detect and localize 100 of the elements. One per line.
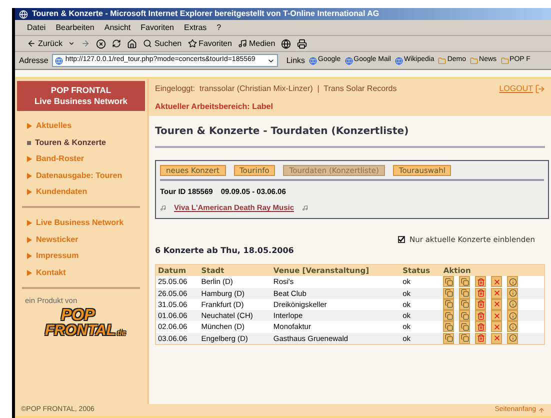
copy-icon[interactable] xyxy=(443,332,454,344)
glyph-icon xyxy=(476,300,485,308)
music-icon xyxy=(238,39,247,48)
glyph-icon xyxy=(476,289,485,298)
close-icon[interactable] xyxy=(491,321,502,332)
window-title: Touren & Konzerte - Microsoft Internet Explorer bereitgestellt von T-Online International AG xyxy=(32,8,380,20)
links-label: Links xyxy=(286,54,306,66)
info-icon[interactable] xyxy=(507,310,518,322)
page-icon xyxy=(55,56,64,64)
menu-item[interactable]: Favoriten xyxy=(140,22,174,34)
sidebar-link[interactable]: Touren & Konzerte xyxy=(27,136,135,148)
refresh-icon xyxy=(112,39,122,48)
glyph-icon xyxy=(508,300,517,308)
glyph-icon xyxy=(444,300,453,308)
menu-item[interactable]: Extras xyxy=(184,22,207,34)
delete-icon[interactable] xyxy=(475,332,486,344)
glyph-icon xyxy=(460,300,469,308)
copy-icon[interactable] xyxy=(459,310,470,322)
glyph-icon xyxy=(460,322,469,331)
folder-icon xyxy=(500,56,509,64)
glyph-icon xyxy=(476,278,485,286)
copy-icon[interactable] xyxy=(459,298,470,310)
delete-icon[interactable] xyxy=(475,276,486,288)
page-icon xyxy=(344,56,353,64)
glyph-icon xyxy=(508,334,517,342)
back-button[interactable]: Zurück xyxy=(27,38,62,50)
page-icon xyxy=(394,56,403,64)
copy-icon[interactable] xyxy=(443,276,454,288)
delete-icon[interactable] xyxy=(475,321,486,332)
concert-count-title: 6 Konzerte ab Thu, 18.05.2006 xyxy=(155,244,295,257)
media-button[interactable]: Medien xyxy=(238,38,276,50)
glyph-icon xyxy=(492,278,501,286)
glyph-icon xyxy=(492,289,501,298)
close-icon[interactable] xyxy=(491,332,502,344)
delete-icon[interactable] xyxy=(475,298,486,310)
copy-icon[interactable] xyxy=(459,332,470,344)
copy-icon[interactable] xyxy=(459,321,470,332)
glyph-icon xyxy=(444,334,453,342)
logout-icon xyxy=(535,84,545,94)
login-info: Eingeloggt: transsolar (Christian Mix-Linzer) | Trans Solar Records xyxy=(155,82,397,94)
glyph-icon xyxy=(492,334,501,342)
checkbox[interactable] xyxy=(398,236,404,243)
glyph-icon xyxy=(476,334,485,342)
forward-icon xyxy=(81,39,90,48)
glyph-icon xyxy=(508,278,517,286)
browser-icon xyxy=(19,10,28,18)
glyph-icon xyxy=(460,278,469,286)
glyph-icon xyxy=(444,312,453,320)
glyph-icon xyxy=(444,322,453,331)
glyph-icon xyxy=(492,322,501,331)
info-icon[interactable] xyxy=(507,276,518,288)
workspace-info: Aktueller Arbeitsbereich: Label xyxy=(155,100,274,112)
copy-icon[interactable] xyxy=(443,310,454,322)
menu-item[interactable]: Bearbeiten xyxy=(56,22,94,34)
glyph-icon xyxy=(508,289,517,298)
copy-icon[interactable] xyxy=(459,276,470,288)
home-icon xyxy=(127,38,138,48)
copy-icon[interactable] xyxy=(443,288,454,299)
copy-icon[interactable] xyxy=(443,298,454,310)
music-icon xyxy=(160,204,166,211)
arrow-up-icon xyxy=(538,406,545,414)
globe-icon xyxy=(281,38,292,48)
star-icon xyxy=(188,39,197,48)
glyph-icon xyxy=(492,312,501,320)
glyph-icon xyxy=(460,334,469,342)
glyph-icon xyxy=(508,312,517,320)
favorites-button[interactable]: Favoriten xyxy=(188,38,232,50)
menu-item[interactable]: Datei xyxy=(27,22,46,34)
music-icon xyxy=(302,204,308,211)
glyph-icon xyxy=(460,312,469,320)
info-icon[interactable] xyxy=(507,332,518,344)
page-icon xyxy=(309,56,318,64)
close-icon[interactable] xyxy=(491,276,502,288)
glyph-icon xyxy=(444,278,453,286)
stop-icon xyxy=(96,38,106,48)
folder-icon xyxy=(438,56,446,64)
info-icon[interactable] xyxy=(507,288,518,299)
address-label: Adresse xyxy=(19,54,48,66)
glyph-icon xyxy=(492,300,501,308)
glyph-icon xyxy=(476,312,485,320)
info-icon[interactable] xyxy=(507,321,518,332)
back-arrow-icon xyxy=(27,39,36,48)
printer-icon xyxy=(297,38,308,48)
sidebar-header: POP FRONTAL Live Business Network xyxy=(17,81,145,111)
close-icon[interactable] xyxy=(491,310,502,322)
copy-icon[interactable] xyxy=(459,288,470,299)
glyph-icon xyxy=(444,289,453,298)
close-icon[interactable] xyxy=(491,298,502,310)
glyph-icon xyxy=(460,289,469,298)
delete-icon[interactable] xyxy=(475,288,486,299)
menu-item[interactable]: Ansicht xyxy=(104,22,131,34)
glyph-icon xyxy=(476,322,485,331)
close-icon[interactable] xyxy=(491,288,502,299)
search-button[interactable]: Suchen xyxy=(143,38,182,50)
folder-icon xyxy=(470,56,478,64)
delete-icon[interactable] xyxy=(475,310,486,322)
info-icon[interactable] xyxy=(507,298,518,310)
copy-icon[interactable] xyxy=(443,321,454,332)
glyph-icon xyxy=(508,322,517,331)
menu-item[interactable]: ? xyxy=(216,22,222,34)
